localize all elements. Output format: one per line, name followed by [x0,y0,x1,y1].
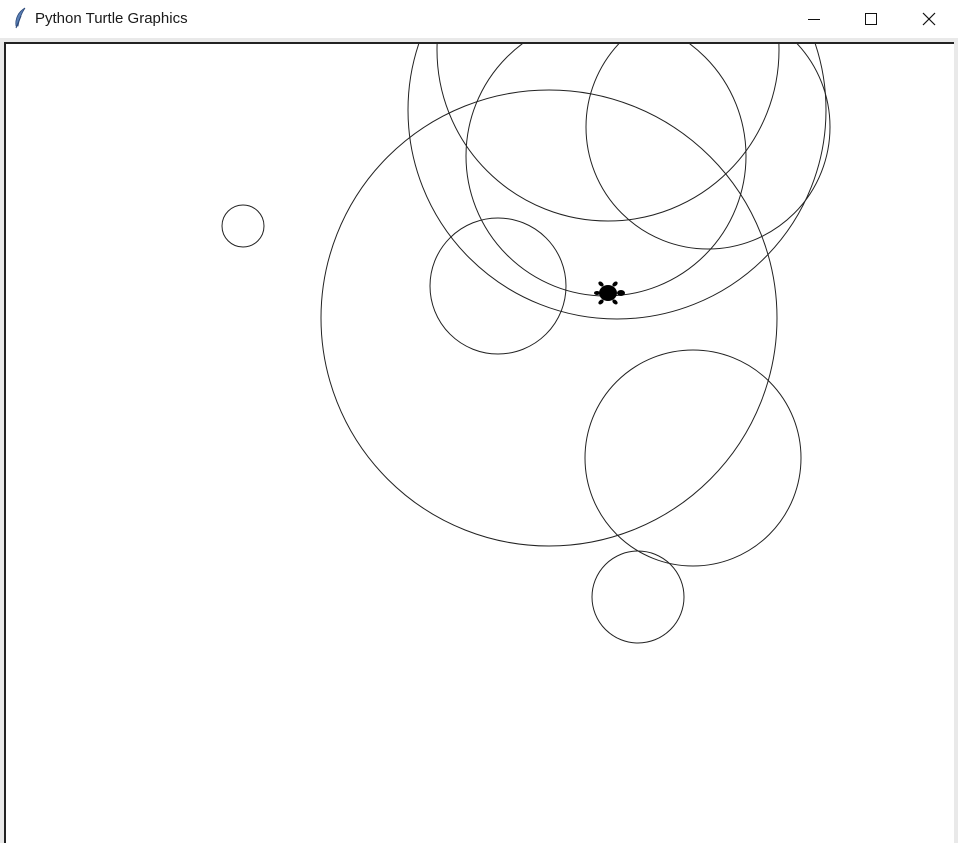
turtle-canvas[interactable] [4,42,954,843]
minimize-icon [808,19,820,20]
close-button[interactable] [900,0,958,38]
maximize-icon [865,13,877,25]
maximize-button[interactable] [842,0,900,38]
drawn-circle [465,44,747,297]
drawn-circle [591,550,685,644]
drawn-circle [221,204,265,248]
drawn-circle [585,44,831,250]
turtle-cursor-icon [594,281,625,305]
close-icon [922,12,936,26]
title-bar[interactable]: Python Turtle Graphics [0,0,958,38]
feather-icon [15,7,26,29]
window-title: Python Turtle Graphics [35,10,188,27]
drawn-circle [584,349,802,567]
drawn-circle [320,89,778,547]
drawn-circle [436,44,780,222]
minimize-button[interactable] [785,0,843,38]
drawn-circle [429,217,567,355]
drawn-circle [407,44,827,320]
window-frame-right [954,42,958,843]
drawing-surface [221,44,831,644]
